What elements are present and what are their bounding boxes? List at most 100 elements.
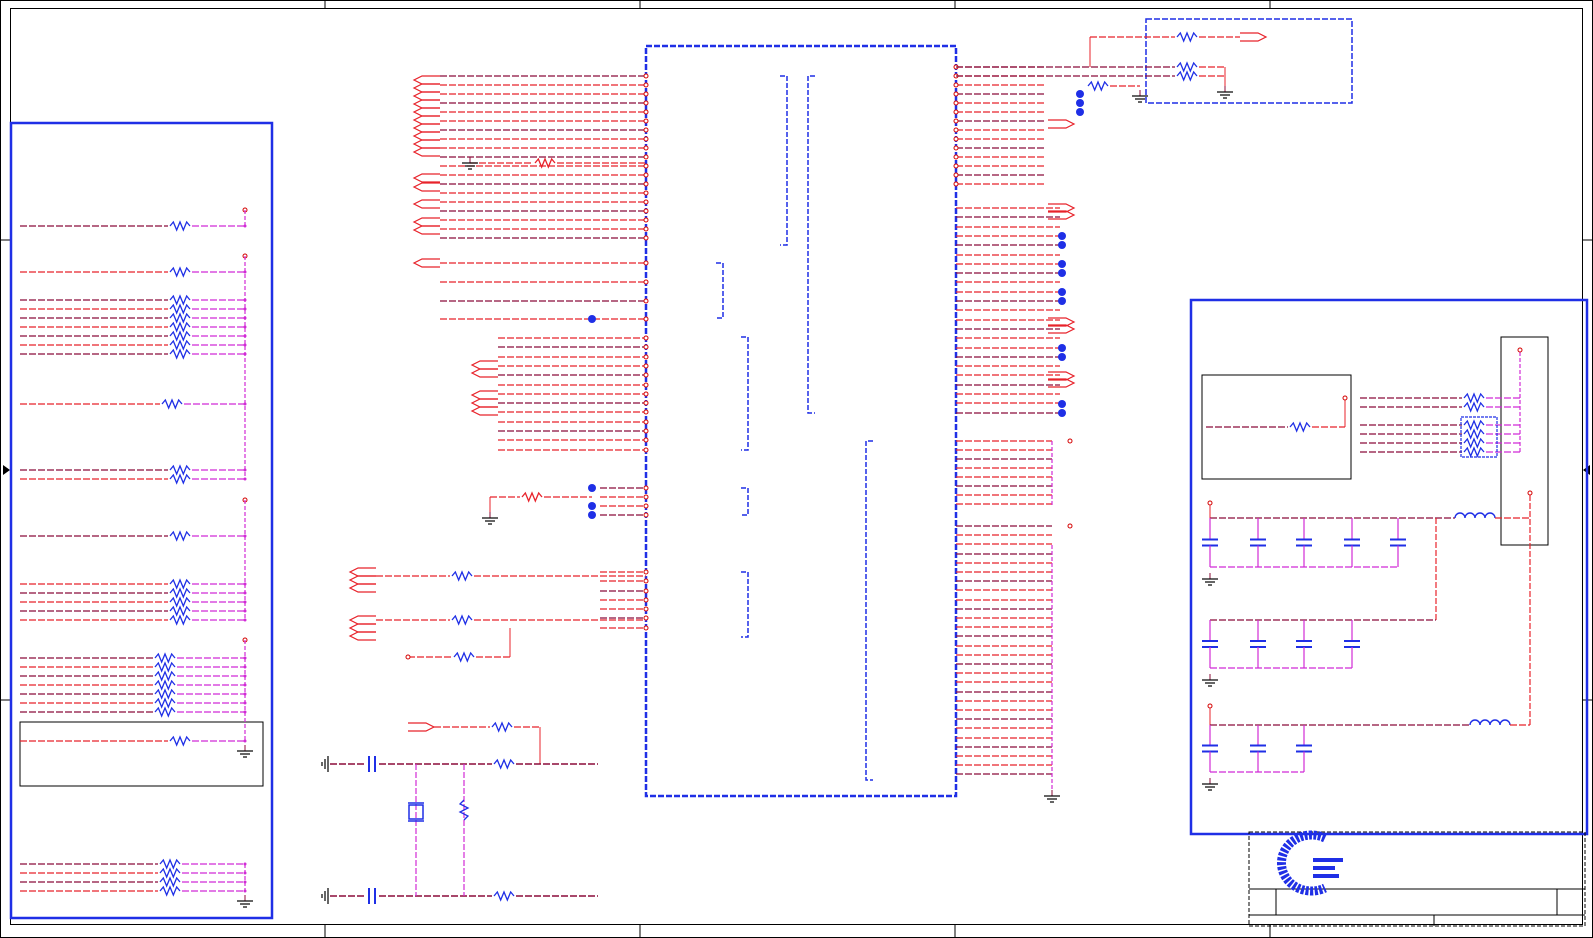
pin-terminal xyxy=(643,109,649,115)
junction-dot xyxy=(1058,269,1066,277)
pin-terminal xyxy=(1517,347,1523,353)
resistor-icon xyxy=(1463,428,1485,440)
net-connector-icon xyxy=(470,390,498,400)
resistor-icon xyxy=(169,473,191,485)
pin-terminal xyxy=(643,279,649,285)
resistor-icon xyxy=(169,735,191,747)
pin-terminal xyxy=(643,578,649,584)
resistor-icon xyxy=(493,758,515,770)
pin-terminal xyxy=(953,118,959,124)
resistor-icon xyxy=(159,876,181,888)
resistor-icon xyxy=(159,858,181,870)
pin-terminal xyxy=(643,447,649,453)
resistor-icon xyxy=(169,530,191,542)
resistor-icon xyxy=(493,890,515,902)
junction-dot xyxy=(1058,409,1066,417)
junction-dot xyxy=(1058,400,1066,408)
pin-terminal xyxy=(643,437,649,443)
pin-terminal xyxy=(643,181,649,187)
resistor-icon xyxy=(154,670,176,682)
junction-dot xyxy=(588,502,596,510)
junction-dot xyxy=(1076,108,1084,116)
top-right-circuit xyxy=(956,31,1268,103)
net-connector-icon xyxy=(412,107,440,117)
resistor-icon xyxy=(169,464,191,476)
right-connector-box xyxy=(1500,336,1549,546)
inductor-icon xyxy=(1469,719,1511,726)
resistor-icon xyxy=(1176,31,1198,43)
resistor-icon xyxy=(521,491,543,503)
resistor-icon xyxy=(169,294,191,306)
resistor-icon xyxy=(491,721,513,733)
net-connector-icon xyxy=(348,631,376,641)
pin-terminal xyxy=(643,100,649,106)
junction-dot xyxy=(1058,260,1066,268)
junction-dot xyxy=(1058,232,1066,240)
resistor-icon xyxy=(169,587,191,599)
pin-terminal xyxy=(953,91,959,97)
net-connector-icon xyxy=(348,615,376,625)
pin-terminal xyxy=(405,654,411,660)
junction-dot xyxy=(588,511,596,519)
net-connector-icon xyxy=(412,115,440,125)
pin-terminal xyxy=(1342,395,1348,401)
power-decoupling-circuit xyxy=(1202,347,1533,791)
resistor-icon xyxy=(169,321,191,333)
pin-terminal xyxy=(643,372,649,378)
junction-dot xyxy=(1058,344,1066,352)
junction-dot xyxy=(1058,241,1066,249)
resistor-icon xyxy=(169,312,191,324)
pin-terminal xyxy=(1527,490,1533,496)
pin-terminal xyxy=(643,82,649,88)
pin-terminal xyxy=(643,145,649,151)
resistor-icon xyxy=(154,706,176,718)
top-right-box xyxy=(1145,18,1353,104)
net-connector-icon xyxy=(412,173,440,183)
resistor-icon xyxy=(1463,446,1485,458)
pin-terminal xyxy=(1067,438,1073,444)
pin-terminal xyxy=(643,163,649,169)
pin-terminal xyxy=(1067,523,1073,529)
pin-terminal xyxy=(953,181,959,187)
junction-dot xyxy=(588,484,596,492)
pin-terminal xyxy=(643,127,649,133)
pin-terminal xyxy=(643,512,649,518)
pin-terminal xyxy=(643,354,649,360)
title-block xyxy=(1248,831,1586,927)
pin-terminal xyxy=(643,208,649,214)
left-panel-wires xyxy=(20,207,253,908)
resistor-icon xyxy=(161,398,183,410)
company-logo-icon xyxy=(1277,830,1343,896)
pin-terminal xyxy=(1207,703,1213,709)
net-connector-icon xyxy=(412,147,440,157)
pin-terminal xyxy=(643,91,649,97)
pin-terminal xyxy=(953,136,959,142)
net-connector-icon xyxy=(412,258,440,268)
pin-terminal xyxy=(643,118,649,124)
pin-terminal xyxy=(643,136,649,142)
net-connector-icon xyxy=(412,83,440,93)
resistor-icon xyxy=(453,651,475,663)
resistor-icon xyxy=(154,652,176,664)
junction-dot xyxy=(588,315,596,323)
resistor-icon xyxy=(169,596,191,608)
net-connector-icon xyxy=(412,182,440,192)
net-connector-icon xyxy=(1048,119,1076,129)
pin-terminal xyxy=(643,382,649,388)
resistor-icon xyxy=(1463,419,1485,431)
resistor-icon xyxy=(154,679,176,691)
net-connector-icon xyxy=(412,199,440,209)
pin-terminal xyxy=(643,391,649,397)
resistor-icon xyxy=(169,266,191,278)
resistor-icon xyxy=(169,348,191,360)
pin-terminal xyxy=(643,597,649,603)
junction-dot xyxy=(1058,297,1066,305)
net-connector-icon xyxy=(470,398,498,408)
pin-terminal xyxy=(643,588,649,594)
net-connector-icon xyxy=(412,131,440,141)
pin-terminal xyxy=(643,335,649,341)
pin-terminal xyxy=(643,344,649,350)
drawing-frame xyxy=(0,0,1593,938)
inductor-icon xyxy=(1454,512,1496,519)
pin-terminal xyxy=(643,419,649,425)
